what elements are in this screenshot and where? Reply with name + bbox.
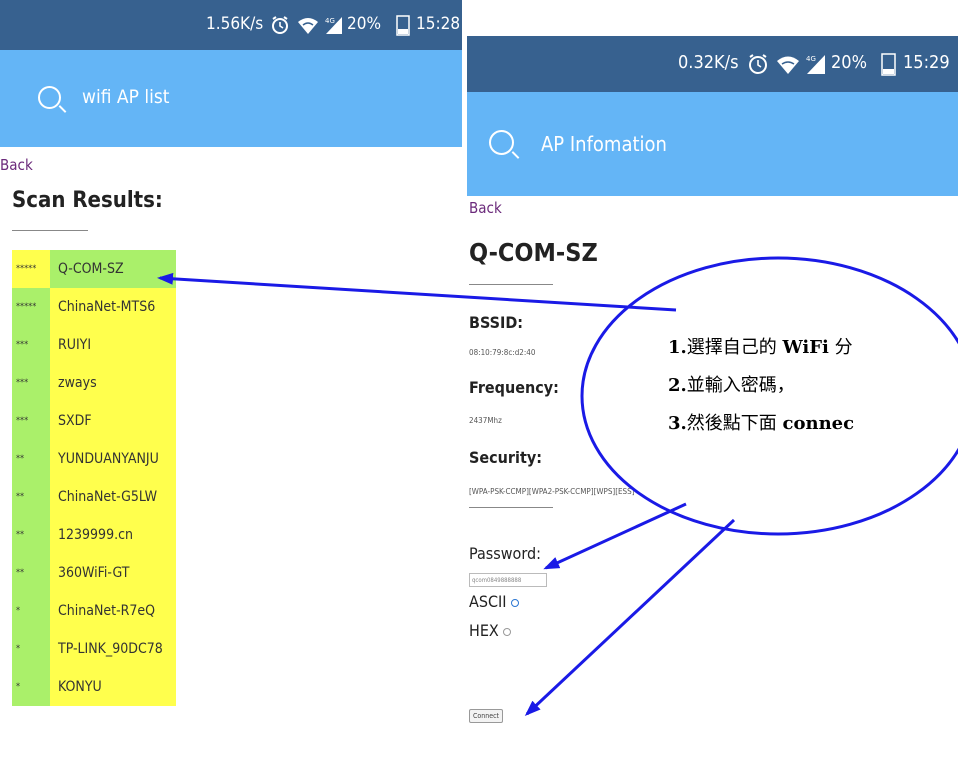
arrow-to-ssid (157, 272, 677, 312)
instruction-line-2: 2.並輸入密碼， (668, 375, 795, 396)
instruction-line-1: 1.選擇自己的 WiFi 分 (668, 337, 853, 358)
instruction-line-3: 3.然後點下面 connec (668, 413, 855, 434)
arrow-to-connect (524, 518, 736, 717)
arrow-to-password (543, 502, 687, 570)
annotation-overlay (157, 256, 958, 717)
